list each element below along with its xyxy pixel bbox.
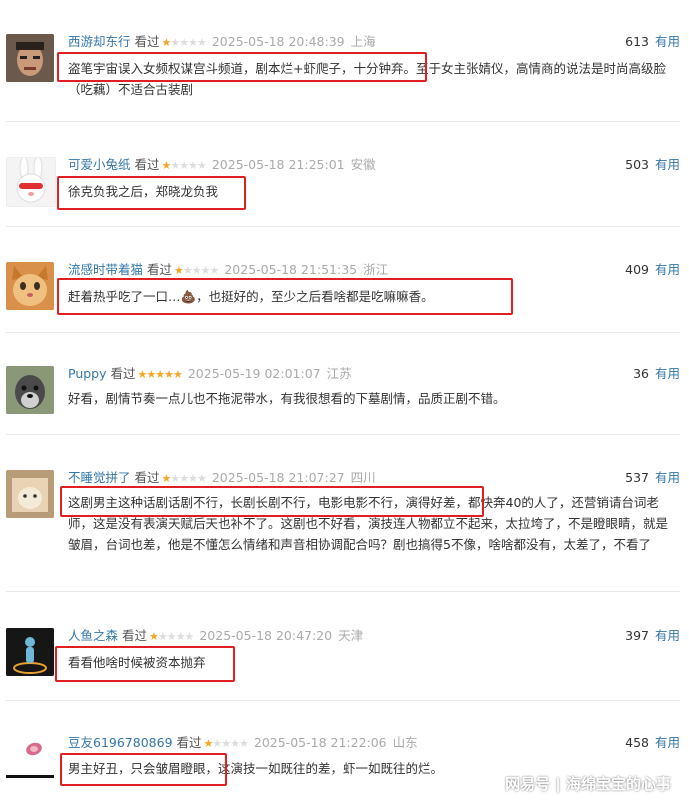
useful-button[interactable]: 有用 <box>655 34 680 49</box>
vote-area: 458 有用 <box>625 735 680 751</box>
vote-count: 409 <box>625 262 649 277</box>
review-location: 上海 <box>350 34 376 49</box>
useful-button[interactable]: 有用 <box>655 735 680 750</box>
highlight-box <box>57 278 513 315</box>
username-link[interactable]: 西游却东行 <box>68 34 131 49</box>
avatar[interactable] <box>6 735 54 783</box>
review-location: 四川 <box>350 470 376 485</box>
vote-area: 503 有用 <box>625 157 680 173</box>
rating-stars: ★★★★★ <box>203 737 249 750</box>
vote-count: 36 <box>633 366 649 381</box>
useful-button[interactable]: 有用 <box>655 470 680 485</box>
review-time: 2025-05-18 20:47:20 <box>199 628 333 643</box>
review-location: 安徽 <box>350 157 376 172</box>
vote-count: 397 <box>625 628 649 643</box>
divider <box>6 121 680 122</box>
watermark: 网易号 | 海绵宝宝的心事 <box>505 775 671 793</box>
rating-stars: ★★★★★ <box>174 264 219 277</box>
useful-button[interactable]: 有用 <box>655 262 680 277</box>
rating-stars: ★★★★★ <box>161 159 207 172</box>
status-label: 看过 <box>176 735 202 750</box>
divider <box>6 332 680 333</box>
vote-area: 397 有用 <box>625 628 680 644</box>
vote-count: 613 <box>625 34 649 49</box>
highlight-box <box>55 646 235 682</box>
rating-stars: ★★★★★ <box>161 36 207 49</box>
vote-area: 613 有用 <box>625 34 680 50</box>
username-link[interactable]: 人鱼之森 <box>68 628 118 643</box>
review-meta: 西游却东行 看过 ★★★★★ 2025-05-18 20:48:39 上海 <box>68 34 376 51</box>
vote-area: 409 有用 <box>625 262 680 278</box>
username-link[interactable]: 不睡觉拼了 <box>68 470 131 485</box>
divider <box>6 591 680 592</box>
vote-count: 458 <box>625 735 649 750</box>
status-label: 看过 <box>134 470 160 485</box>
rating-stars: ★★★★★ <box>149 630 194 643</box>
review-location: 浙江 <box>363 262 389 277</box>
review-time: 2025-05-18 21:25:01 <box>211 157 345 172</box>
divider <box>6 434 680 435</box>
review-meta: Puppy 看过 ★★★★★ 2025-05-19 02:01:07 江苏 <box>68 366 352 383</box>
status-label: 看过 <box>122 628 148 643</box>
avatar[interactable] <box>6 262 54 310</box>
review-meta: 可爱小兔纸 看过 ★★★★★ 2025-05-18 21:25:01 安徽 <box>68 157 376 174</box>
vote-area: 36 有用 <box>633 366 680 382</box>
divider <box>6 226 680 227</box>
review-meta: 人鱼之森 看过 ★★★★★ 2025-05-18 20:47:20 天津 <box>68 628 363 645</box>
review-meta: 豆友6196780869 看过 ★★★★★ 2025-05-18 21:22:06 山东 <box>68 735 418 752</box>
highlight-box <box>60 753 227 786</box>
username-link[interactable]: Puppy <box>68 366 107 381</box>
review-meta: 不睡觉拼了 看过 ★★★★★ 2025-05-18 21:07:27 四川 <box>68 470 376 487</box>
review-meta: 流感时带着猫 看过 ★★★★★ 2025-05-18 21:51:35 浙江 <box>68 262 388 279</box>
username-link[interactable]: 流感时带着猫 <box>68 262 143 277</box>
useful-button[interactable]: 有用 <box>655 366 680 381</box>
divider <box>6 700 680 701</box>
review-time: 2025-05-18 20:48:39 <box>211 34 345 49</box>
review-time: 2025-05-18 21:07:27 <box>211 470 345 485</box>
review-location: 天津 <box>338 628 364 643</box>
status-label: 看过 <box>134 34 160 49</box>
review-time: 2025-05-18 21:22:06 <box>253 735 387 750</box>
avatar[interactable] <box>6 34 54 82</box>
status-label: 看过 <box>134 157 160 172</box>
vote-area: 537 有用 <box>625 470 680 486</box>
username-link[interactable]: 豆友6196780869 <box>68 735 173 750</box>
avatar[interactable] <box>6 628 54 676</box>
avatar[interactable] <box>6 470 54 518</box>
status-label: 看过 <box>147 262 173 277</box>
review-text: 好看，剧情节奏一点儿也不拖泥带水，有我很想看的下墓剧情，品质正剧不错。 <box>68 391 506 406</box>
username-link[interactable]: 可爱小兔纸 <box>68 157 131 172</box>
highlight-box <box>57 52 427 82</box>
rating-stars: ★★★★★ <box>137 368 183 381</box>
rating-stars: ★★★★★ <box>161 472 207 485</box>
useful-button[interactable]: 有用 <box>655 628 680 643</box>
review-time: 2025-05-18 21:51:35 <box>224 262 358 277</box>
avatar[interactable] <box>6 366 54 414</box>
review-location: 山东 <box>392 735 418 750</box>
vote-count: 503 <box>625 157 649 172</box>
highlight-box <box>57 176 246 210</box>
review-location: 江苏 <box>326 366 352 381</box>
status-label: 看过 <box>110 366 136 381</box>
highlight-box <box>60 486 484 517</box>
vote-count: 537 <box>625 470 649 485</box>
avatar[interactable] <box>6 157 56 207</box>
useful-button[interactable]: 有用 <box>655 157 680 172</box>
review-time: 2025-05-19 02:01:07 <box>187 366 321 381</box>
